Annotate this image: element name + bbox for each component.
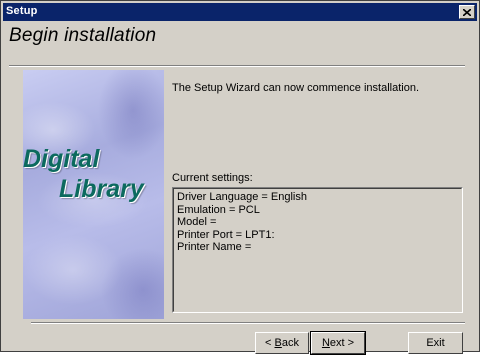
back-button[interactable]: < Back bbox=[255, 332, 309, 354]
setting-line: Printer Port = LPT1: bbox=[177, 228, 275, 241]
logo-text-line1: Digital bbox=[23, 145, 100, 173]
exit-button[interactable]: Exit bbox=[408, 332, 463, 354]
settings-content: Driver Language = English Emulation = PC… bbox=[173, 188, 462, 312]
page-heading: Begin installation bbox=[9, 25, 157, 46]
back-prefix: < bbox=[265, 337, 275, 349]
setting-line: Model = bbox=[177, 216, 217, 228]
top-divider bbox=[9, 65, 465, 67]
intro-text: The Setup Wizard can now commence instal… bbox=[172, 82, 420, 94]
back-accel: B bbox=[274, 337, 282, 349]
side-banner-image: Digital Library bbox=[23, 70, 164, 319]
logo-text-line2: Library bbox=[59, 175, 144, 203]
back-rest: ack bbox=[281, 337, 299, 349]
setting-line: Emulation = PCL bbox=[177, 203, 260, 216]
bottom-divider bbox=[31, 322, 465, 324]
settings-box[interactable]: Driver Language = English Emulation = PC… bbox=[172, 187, 463, 313]
window-title: Setup bbox=[6, 5, 38, 17]
next-rest: ext > bbox=[329, 337, 355, 349]
settings-label: Current settings: bbox=[172, 172, 253, 184]
close-button[interactable] bbox=[459, 5, 475, 19]
title-bar[interactable]: Setup bbox=[3, 3, 477, 21]
next-button[interactable]: Next > bbox=[310, 331, 366, 355]
setup-window: Setup Begin installation Digital Library… bbox=[0, 0, 480, 355]
setting-line: Printer Name = bbox=[177, 241, 252, 253]
next-accel: N bbox=[321, 337, 330, 349]
close-icon bbox=[463, 8, 471, 16]
setting-line: Driver Language = English bbox=[177, 191, 307, 203]
